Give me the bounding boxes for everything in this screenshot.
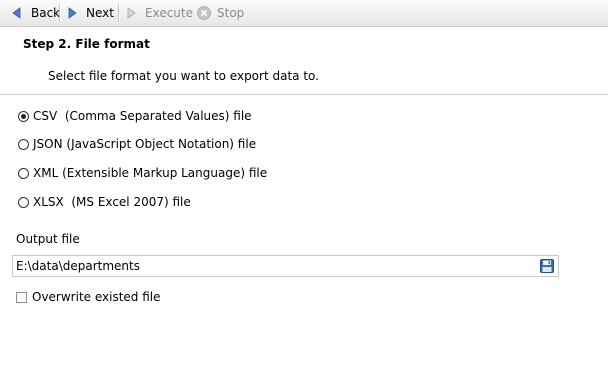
format-label: XLSX (MS Excel 2007) file	[33, 195, 191, 209]
toolbar: Back Next Execute Stop	[0, 0, 608, 27]
format-option-json[interactable]: JSON (JavaScript Object Notation) file	[18, 135, 256, 153]
overwrite-checkbox[interactable]	[16, 291, 27, 303]
header-divider	[0, 94, 608, 95]
overwrite-option[interactable]: Overwrite existed file	[16, 289, 161, 305]
radio-button[interactable]	[18, 138, 29, 150]
save-file-icon[interactable]	[539, 258, 555, 274]
stop-label: Stop	[217, 6, 245, 20]
format-label: JSON (JavaScript Object Notation) file	[33, 137, 257, 151]
format-label: CSV (Comma Separated Values) file	[33, 109, 252, 123]
back-label: Back	[31, 6, 61, 20]
format-option-xml[interactable]: XML (Extensible Markup Language) file	[18, 164, 267, 182]
toolbar-separator	[118, 4, 120, 22]
radio-button[interactable]	[18, 167, 29, 179]
format-label: XML (Extensible Markup Language) file	[33, 166, 268, 180]
radio-button[interactable]	[18, 196, 29, 208]
overwrite-label: Overwrite existed file	[32, 290, 161, 304]
back-button[interactable]: Back	[9, 3, 60, 23]
step-description: Select file format you want to export da…	[48, 69, 319, 83]
radio-button[interactable]	[18, 110, 29, 122]
toolbar-separator	[59, 4, 61, 22]
output-file-field[interactable]: E:\data\departments	[12, 255, 559, 277]
format-option-xlsx[interactable]: XLSX (MS Excel 2007) file	[18, 193, 191, 211]
execute-button[interactable]: Execute	[123, 3, 193, 23]
stop-icon	[196, 5, 212, 21]
format-option-csv[interactable]: CSV (Comma Separated Values) file	[18, 107, 252, 125]
stop-button[interactable]: Stop	[196, 3, 244, 23]
step-title: Step 2. File format	[23, 37, 150, 51]
execute-label: Execute	[145, 6, 193, 20]
export-wizard: Back Next Execute Stop Step 2. File form…	[0, 0, 608, 372]
next-arrow-icon	[64, 5, 80, 21]
execute-arrow-icon	[123, 5, 139, 21]
next-label: Next	[86, 6, 114, 20]
next-button[interactable]: Next	[64, 3, 114, 23]
back-arrow-icon	[9, 5, 25, 21]
output-file-value[interactable]: E:\data\departments	[16, 259, 140, 273]
output-file-label: Output file	[16, 232, 80, 246]
